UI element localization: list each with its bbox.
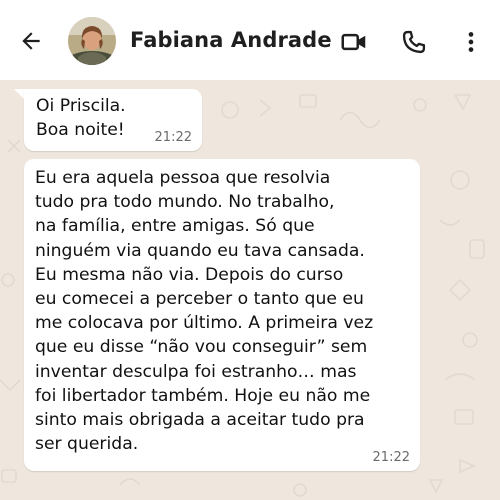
message-text: Eu era aquela pessoa que resolvia tudo p… (35, 168, 374, 455)
back-button[interactable] (16, 26, 46, 56)
voice-call-button[interactable] (398, 26, 430, 58)
avatar[interactable] (68, 17, 116, 65)
contact-name[interactable]: Fabiana Andrade (130, 28, 332, 52)
chat-header: Fabiana Andrade (0, 0, 500, 80)
message-bubble[interactable]: Oi Priscila. Boa noite! 21:22 (24, 89, 202, 151)
more-vert-icon (468, 32, 474, 52)
message-timestamp: 21:22 (154, 130, 192, 145)
more-options-button[interactable] (455, 26, 487, 58)
video-call-icon (341, 33, 366, 51)
phone-icon (402, 30, 426, 54)
message-bubble[interactable]: Eu era aquela pessoa que resolvia tudo p… (24, 159, 420, 471)
message-timestamp: 21:22 (372, 450, 410, 465)
video-call-button[interactable] (338, 26, 370, 58)
back-arrow-icon (22, 32, 40, 50)
